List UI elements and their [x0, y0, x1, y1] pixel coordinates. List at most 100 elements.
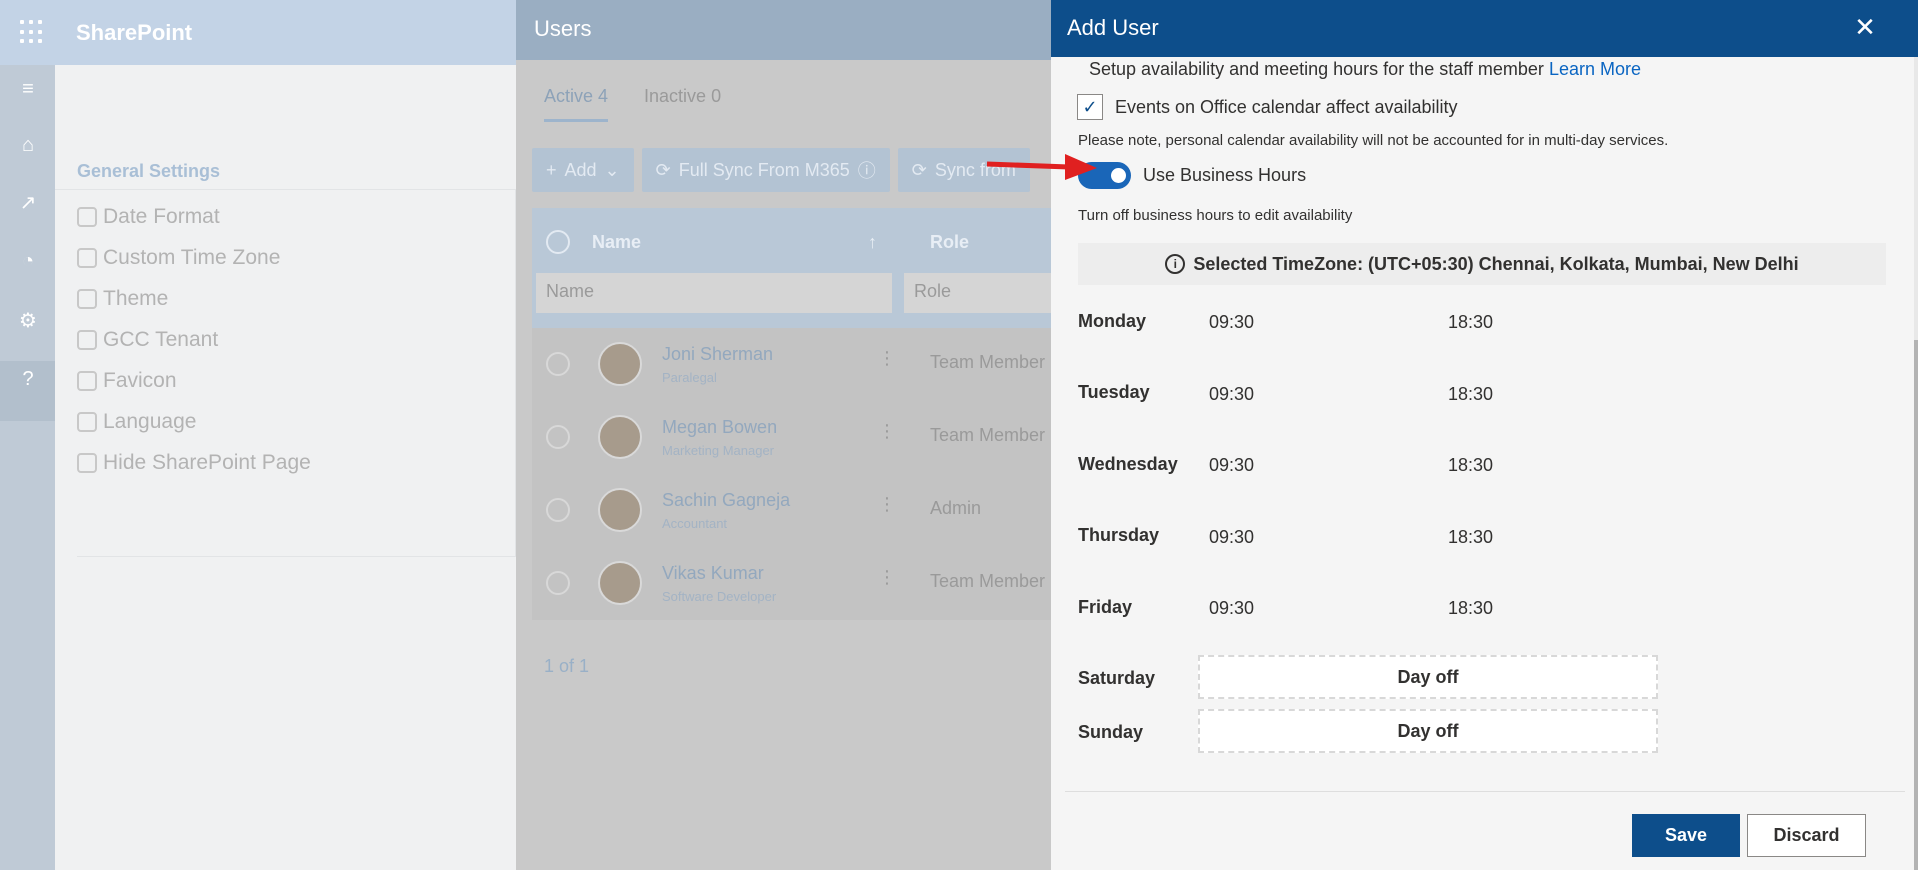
dialog-title: Add User — [1067, 15, 1159, 40]
user-role: Team Member — [930, 352, 1046, 372]
settings-item-label: Hide SharePoint Page — [103, 451, 311, 474]
settings-panel: General Settings Date Format Custom Time… — [55, 65, 516, 870]
business-hours-hint: Turn off business hours to edit availabi… — [1078, 207, 1353, 224]
grid-header: Name ↑ Role Name Role — [532, 208, 1051, 328]
start-time: 09:30 — [1209, 598, 1255, 618]
table-row[interactable]: Sachin Gagneja Accountant ⋮ Admin — [532, 474, 1051, 547]
timezone-banner: i Selected TimeZone: (UTC+05:30) Chennai… — [1078, 243, 1886, 285]
more-icon[interactable]: ⋮ — [878, 348, 896, 369]
settings-item-favicon[interactable]: Favicon — [77, 369, 177, 393]
palette-icon — [77, 289, 97, 309]
multi-day-note: Please note, personal calendar availabil… — [1078, 132, 1669, 149]
scrollbar-thumb[interactable] — [1914, 340, 1918, 870]
settings-item-date-format[interactable]: Date Format — [77, 205, 220, 229]
settings-item-label: GCC Tenant — [103, 328, 219, 351]
table-row[interactable]: Vikas Kumar Software Developer ⋮ Team Me… — [532, 547, 1051, 620]
full-sync-button[interactable]: ⟳ Full Sync From M365 ⓘ — [641, 148, 890, 192]
user-name[interactable]: Joni Sherman — [662, 344, 773, 365]
help-icon[interactable]: ? — [16, 367, 40, 391]
app-launcher-icon[interactable] — [20, 20, 44, 44]
avatar — [598, 561, 642, 605]
column-name[interactable]: Name — [592, 232, 641, 253]
settings-item-label: Date Format — [103, 205, 220, 228]
left-rail: ≡ ⌂ ↗ ◔ ⚙ ? — [0, 65, 55, 870]
settings-item-theme[interactable]: Theme — [77, 287, 168, 311]
start-time: 09:30 — [1209, 312, 1255, 332]
user-title: Paralegal — [662, 370, 717, 385]
checkbox-label: Events on Office calendar affect availab… — [1115, 96, 1458, 117]
settings-item-label: Theme — [103, 287, 169, 310]
more-icon[interactable]: ⋮ — [878, 494, 896, 515]
row-radio[interactable] — [546, 498, 570, 522]
footer-divider — [1065, 791, 1905, 792]
users-panel: Users Active 4 Inactive 0 + Add ⌄ ⟳ Full Sy… — [516, 0, 1051, 870]
table-row[interactable]: Megan Bowen Marketing Manager ⋮ Team Mem… — [532, 401, 1051, 474]
more-icon[interactable]: ⋮ — [878, 567, 896, 588]
user-tabs: Active 4 Inactive 0 — [544, 86, 721, 122]
business-hours-toggle-row[interactable]: Use Business Hours — [1078, 162, 1306, 189]
role-filter-input[interactable]: Role — [904, 273, 1051, 313]
plus-icon: + — [546, 159, 557, 180]
end-time: 18:30 — [1448, 384, 1494, 404]
sync-icon: ⟳ — [911, 159, 927, 180]
annotation-arrow-icon — [986, 154, 1097, 180]
select-all-radio[interactable] — [546, 230, 570, 254]
settings-item-language[interactable]: Language — [77, 410, 196, 434]
column-role[interactable]: Role — [930, 232, 969, 253]
end-time: 18:30 — [1448, 455, 1494, 475]
calendar-icon — [77, 207, 97, 227]
name-filter-input[interactable]: Name — [536, 273, 892, 313]
user-title: Accountant — [662, 516, 728, 531]
user-role: Team Member — [930, 425, 1046, 445]
row-radio[interactable] — [546, 352, 570, 376]
start-time: 09:30 — [1209, 455, 1255, 475]
palette-icon[interactable]: ◔ — [16, 249, 40, 273]
tab-active[interactable]: Active 4 — [544, 86, 609, 122]
events-affect-availability[interactable]: ✓ Events on Office calendar affect avail… — [1077, 94, 1458, 120]
user-name[interactable]: Vikas Kumar — [662, 563, 764, 584]
settings-item-hide-sharepoint-page[interactable]: Hide SharePoint Page — [77, 451, 311, 475]
toggle-label: Use Business Hours — [1143, 165, 1307, 185]
dialog-header: Add User ✕ — [1051, 0, 1918, 57]
avatar — [598, 415, 642, 459]
discard-button[interactable]: Discard — [1747, 814, 1866, 857]
user-role: Admin — [930, 498, 982, 518]
user-name[interactable]: Megan Bowen — [662, 417, 777, 438]
row-radio[interactable] — [546, 571, 570, 595]
end-time: 18:30 — [1448, 312, 1494, 332]
settings-item-gcc-tenant[interactable]: GCC Tenant — [77, 328, 218, 352]
sync-icon: ⟳ — [655, 159, 671, 180]
users-title: Users — [534, 16, 592, 41]
day-tuesday: Tuesday — [1078, 382, 1150, 402]
menu-icon[interactable]: ≡ — [16, 77, 40, 101]
user-title: Software Developer — [662, 589, 777, 604]
table-row[interactable]: Joni Sherman Paralegal ⋮ Team Member — [532, 328, 1051, 401]
language-icon — [77, 412, 97, 432]
sort-up-icon[interactable]: ↑ — [868, 232, 877, 253]
learn-more-link[interactable]: Learn More — [1549, 59, 1641, 79]
day-off-saturday: Day off — [1198, 655, 1658, 699]
day-wednesday: Wednesday — [1078, 454, 1178, 474]
day-saturday: Saturday — [1078, 668, 1156, 688]
row-radio[interactable] — [546, 425, 570, 449]
user-name[interactable]: Sachin Gagneja — [662, 490, 790, 511]
timezone-label: Selected TimeZone: (UTC+05:30) Chennai, … — [1193, 253, 1799, 274]
info-icon: ⓘ — [857, 161, 876, 181]
globe-clock-icon — [77, 248, 97, 268]
day-friday: Friday — [1078, 597, 1133, 617]
add-user-panel: Add User ✕ Setup availability and meetin… — [1051, 0, 1918, 870]
tab-inactive[interactable]: Inactive 0 — [644, 86, 721, 122]
analytics-icon[interactable]: ↗ — [16, 191, 40, 215]
home-icon[interactable]: ⌂ — [16, 133, 40, 157]
full-sync-label: Full Sync From M365 — [678, 159, 850, 180]
checkmark-icon[interactable]: ✓ — [1077, 94, 1103, 120]
close-icon[interactable]: ✕ — [1850, 12, 1880, 42]
chevron-down-icon: ⌄ — [604, 159, 620, 180]
more-icon[interactable]: ⋮ — [878, 421, 896, 442]
save-button[interactable]: Save — [1632, 814, 1740, 857]
settings-item-custom-time-zone[interactable]: Custom Time Zone — [77, 246, 280, 270]
pager: 1 of 1 — [544, 656, 590, 676]
add-button[interactable]: + Add ⌄ — [532, 148, 634, 192]
gear-icon[interactable]: ⚙ — [16, 309, 40, 333]
end-time: 18:30 — [1448, 598, 1494, 618]
